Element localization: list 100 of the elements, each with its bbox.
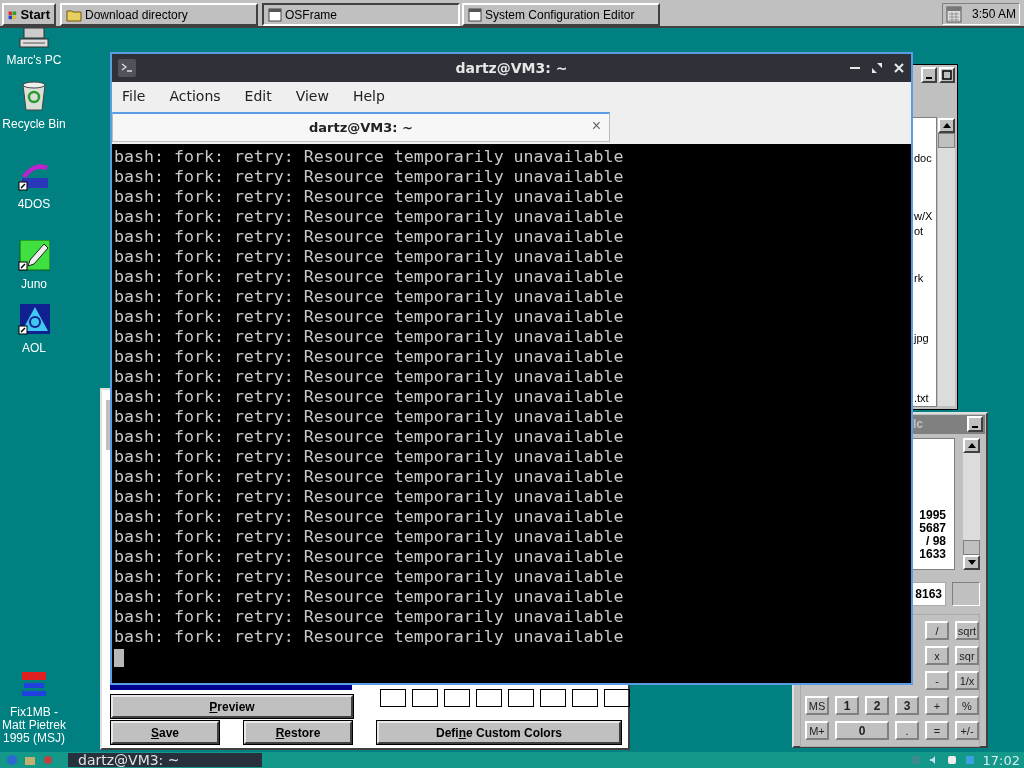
file-name[interactable]: rk <box>914 272 924 284</box>
file-name[interactable]: w/X <box>914 210 933 222</box>
calculator-key[interactable]: / <box>925 621 949 640</box>
custom-color-swatch[interactable] <box>604 689 630 707</box>
taskbar-button[interactable]: System Configuration Editor <box>462 3 660 26</box>
menu-item[interactable]: Help <box>352 88 385 104</box>
computer-icon[interactable] <box>18 28 50 48</box>
calculator-key[interactable]: sqrt <box>955 621 979 640</box>
memory-indicator <box>952 582 980 606</box>
desktop-icon-label[interactable]: 4DOS <box>17 198 51 211</box>
calculator-key[interactable]: M+ <box>805 721 829 740</box>
calendar-icon[interactable] <box>946 5 962 23</box>
battery-icon[interactable] <box>946 755 957 765</box>
calculator-key[interactable]: 3 <box>895 696 919 715</box>
output-line: bash: fork: retry: Resource temporarily unavailable <box>114 387 625 407</box>
file-name[interactable]: .txt <box>914 392 929 404</box>
output-line: bash: fork: retry: Resource temporarily unavailable <box>114 487 625 507</box>
tape-line: / 98 <box>925 535 946 548</box>
clock: 17:02 <box>982 752 1020 768</box>
custom-color-swatch[interactable] <box>380 689 406 707</box>
output-line: bash: fork: retry: Resource temporarily unavailable <box>114 267 625 287</box>
dialog-button[interactable]: Save <box>111 721 219 744</box>
triangle-logo-icon[interactable] <box>18 304 50 336</box>
up-arrow-icon <box>942 123 951 128</box>
menu-item[interactable]: File <box>122 88 146 104</box>
menu-item[interactable]: Edit <box>244 88 272 104</box>
scroll-up-button[interactable] <box>938 118 955 133</box>
custom-color-swatch[interactable] <box>476 689 502 707</box>
dialog-button[interactable]: Define Custom Colors <box>377 721 621 744</box>
tab[interactable]: dartz@VM3: ~ × <box>112 112 610 142</box>
calculator-key[interactable]: + <box>925 696 949 715</box>
output-line: bash: fork: retry: Resource temporarily unavailable <box>114 207 625 227</box>
output-line: bash: fork: retry: Resource temporarily unavailable <box>114 227 625 247</box>
output-line: bash: fork: retry: Resource temporarily unavailable <box>114 187 625 207</box>
start-button[interactable]: Start <box>2 3 56 26</box>
output-line: bash: fork: retry: Resource temporarily unavailable <box>114 567 625 587</box>
calculator-key[interactable]: 1 <box>835 696 859 715</box>
custom-color-swatch[interactable] <box>572 689 598 707</box>
calculator-key[interactable]: . <box>895 721 919 740</box>
folder-icon <box>66 7 82 22</box>
output-line: bash: fork: retry: Resource temporarily unavailable <box>114 347 625 367</box>
pen-nib-icon[interactable] <box>18 240 50 272</box>
calculator-key[interactable]: MS <box>805 696 829 715</box>
output-line: bash: fork: retry: Resource temporarily unavailable <box>114 247 625 267</box>
calculator-key[interactable]: 1/x <box>955 671 979 690</box>
tape-line: 1633 <box>918 548 946 561</box>
minimize-icon <box>926 77 932 79</box>
calculator-key[interactable]: % <box>955 696 979 715</box>
custom-color-swatch[interactable] <box>540 689 566 707</box>
output-line: bash: fork: retry: Resource temporarily unavailable <box>114 307 625 327</box>
maximize-icon[interactable] <box>871 62 883 74</box>
window-icon <box>268 7 282 22</box>
taskbar-button[interactable]: OSFrame <box>262 3 460 26</box>
file-name[interactable]: jpg <box>914 332 929 344</box>
desktop-icon-label[interactable]: Marc's PC <box>6 54 62 67</box>
calculator-key[interactable]: x <box>925 646 949 665</box>
desktop-icon-label[interactable]: Juno <box>21 278 47 291</box>
tab-close-button[interactable]: × <box>591 117 601 135</box>
down-arrow-icon <box>967 560 976 565</box>
scroll-up-button[interactable] <box>963 438 980 453</box>
display-field[interactable]: 8163 <box>912 582 946 606</box>
scroll-thumb[interactable] <box>938 133 955 148</box>
output-line: bash: fork: retry: Resource temporarily unavailable <box>114 607 625 627</box>
taskbar-button[interactable]: Download directory <box>60 3 258 26</box>
custom-color-swatch[interactable] <box>412 689 438 707</box>
output-line: bash: fork: retry: Resource temporarily unavailable <box>114 447 625 467</box>
custom-color-swatch[interactable] <box>508 689 534 707</box>
scroll-down-button[interactable] <box>963 555 980 570</box>
minimize-icon <box>972 426 978 428</box>
calculator-key[interactable]: = <box>925 721 949 740</box>
output-line: bash: fork: retry: Resource temporarily unavailable <box>114 467 625 487</box>
calculator-key[interactable]: 0 <box>835 721 889 740</box>
output-line: bash: fork: retry: Resource temporarily unavailable <box>114 507 625 527</box>
desktop-icon-label[interactable]: AOL <box>22 342 46 355</box>
scroll-thumb[interactable] <box>963 540 980 555</box>
minimize-button[interactable] <box>921 67 937 83</box>
maximize-button[interactable] <box>939 67 955 83</box>
calculator-key[interactable]: 2 <box>865 696 889 715</box>
minimize-button[interactable] <box>967 416 983 432</box>
file-name[interactable]: ot <box>914 225 924 237</box>
desktop-icon-label[interactable]: Recycle Bin <box>2 118 66 131</box>
desktop-icon-label[interactable]: Fix1MB - Matt Pietrek 1995 (MSJ) <box>0 706 68 745</box>
menu-item[interactable]: View <box>295 88 329 104</box>
menu-item[interactable]: Actions <box>169 88 221 104</box>
dialog-button[interactable]: Preview <box>111 695 353 718</box>
output-line: bash: fork: retry: Resource temporarily unavailable <box>114 627 625 647</box>
output-line: bash: fork: retry: Resource temporarily unavailable <box>114 367 625 387</box>
up-arrow-icon <box>967 443 976 448</box>
calculator-key[interactable]: sqr <box>955 646 979 665</box>
taskbar-button[interactable]: dartz@VM3: ~ <box>68 753 262 767</box>
output-line: bash: fork: retry: Resource temporarily unavailable <box>114 287 625 307</box>
text-cursor <box>114 649 124 667</box>
maximize-icon <box>942 70 952 80</box>
custom-color-swatch[interactable] <box>444 689 470 707</box>
close-icon[interactable] <box>893 62 905 74</box>
calculator-key[interactable]: +/- <box>955 721 979 740</box>
calculator-key[interactable]: - <box>925 671 949 690</box>
dialog-button[interactable]: Restore <box>244 721 352 744</box>
terminal-icon <box>118 59 136 77</box>
file-name[interactable]: doc <box>914 152 932 164</box>
